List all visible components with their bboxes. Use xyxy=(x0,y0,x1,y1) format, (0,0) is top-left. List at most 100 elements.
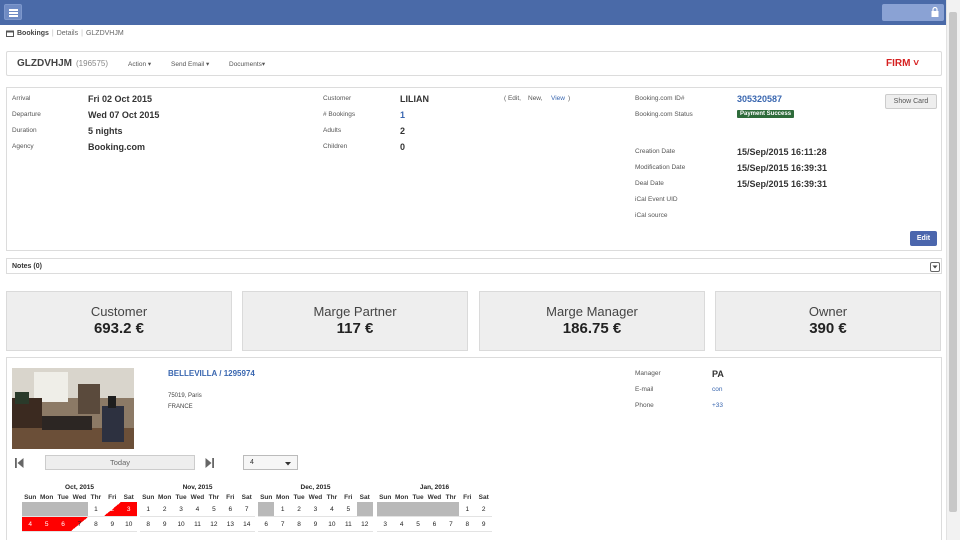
months-count-select[interactable]: 4 xyxy=(243,455,298,470)
calendar-day[interactable]: 1 xyxy=(140,502,156,516)
calendar-week-row: 12345 xyxy=(258,502,373,517)
booking-com-id-link[interactable]: 305320587 xyxy=(737,94,782,104)
chevron-down-icon[interactable] xyxy=(930,262,940,272)
calendar-day[interactable]: 9 xyxy=(156,517,172,531)
calendar-day[interactable]: 7 xyxy=(443,517,459,531)
send-email-menu[interactable]: Send Email ▾ xyxy=(171,60,209,68)
calendar-day[interactable]: 2 xyxy=(104,502,121,516)
bookings-count-link[interactable]: 1 xyxy=(400,110,405,120)
calendar-day[interactable]: 6 xyxy=(222,502,238,516)
calendar-day[interactable]: 1 xyxy=(459,502,475,516)
today-button[interactable]: Today xyxy=(45,455,195,470)
phone-link[interactable]: +33 xyxy=(712,402,723,409)
customer-paren-close: ) xyxy=(568,95,571,102)
calendar-day[interactable]: 1 xyxy=(274,502,290,516)
calendar-day[interactable]: 10 xyxy=(121,517,137,531)
calendar-day[interactable]: 9 xyxy=(307,517,323,531)
calendar-day[interactable]: 4 xyxy=(393,517,409,531)
calendar-day[interactable]: 3 xyxy=(307,502,323,516)
calendar-day[interactable]: 11 xyxy=(189,517,205,531)
calendar-day[interactable]: 2 xyxy=(156,502,172,516)
booking-header: GLZDVHJM (196575) Action ▾ Send Email ▾ … xyxy=(6,51,942,76)
calendar-day[interactable]: 6 xyxy=(54,517,72,531)
property-photo[interactable] xyxy=(12,368,134,449)
calendar-day[interactable]: 8 xyxy=(291,517,307,531)
calendar-day[interactable]: 6 xyxy=(426,517,442,531)
action-menu[interactable]: Action ▾ xyxy=(128,60,151,68)
departure-label: Departure xyxy=(12,111,41,118)
marge-partner-card: Marge Partner 117 € xyxy=(242,291,468,351)
calendar-day[interactable]: 5 xyxy=(340,502,356,516)
stat-title: Owner xyxy=(808,304,848,319)
weekday-label: Fri xyxy=(108,493,117,501)
marge-manager-card: Marge Manager 186.75 € xyxy=(479,291,705,351)
calendar-day[interactable]: 7 xyxy=(71,517,88,531)
month-calendar: Oct, 2015 Sun Mon Tue Wed Thr Fri Sat 1 2 3 4 5 6 7 8 9 1… xyxy=(22,484,137,532)
stat-value: 117 € xyxy=(336,320,374,337)
edit-booking-button[interactable]: Edit xyxy=(910,231,937,246)
breadcrumb-details[interactable]: Details xyxy=(57,30,78,37)
menu-hamburger-icon[interactable] xyxy=(4,4,22,20)
property-country: FRANCE xyxy=(168,404,193,410)
calendar-day[interactable]: 6 xyxy=(258,517,274,531)
calendar-day[interactable]: 4 xyxy=(22,517,39,531)
calendar-day[interactable]: 12 xyxy=(206,517,222,531)
customer-view-link[interactable]: View xyxy=(551,95,565,102)
calendar-day[interactable]: 8 xyxy=(459,517,475,531)
weekday-label: Wed xyxy=(308,493,323,501)
weekday-label: Thr xyxy=(445,493,457,501)
calendar-day[interactable]: 9 xyxy=(104,517,120,531)
calendar-day[interactable]: 7 xyxy=(274,517,290,531)
property-title-link[interactable]: BELLEVILLA / 1295974 xyxy=(168,369,255,378)
calendar-day[interactable]: 14 xyxy=(239,517,255,531)
breadcrumb-bookings[interactable]: Bookings xyxy=(17,30,49,37)
notes-panel[interactable]: Notes (0) xyxy=(6,258,942,274)
next-icon[interactable] xyxy=(205,458,214,468)
calendar-day[interactable]: 9 xyxy=(476,517,492,531)
calendar-day[interactable]: 4 xyxy=(189,502,205,516)
calendar-day[interactable]: 3 xyxy=(377,517,393,531)
calendar-day xyxy=(409,502,427,516)
calendar-day[interactable]: 3 xyxy=(120,502,137,516)
scrollbar-thumb[interactable] xyxy=(949,12,957,512)
calendar-day[interactable]: 4 xyxy=(324,502,340,516)
calendar-day xyxy=(377,502,394,516)
customer-name: LILIAN xyxy=(400,94,429,104)
calendar-day[interactable]: 5 xyxy=(410,517,426,531)
calendar-day[interactable]: 3 xyxy=(173,502,189,516)
calendar-week-row: 8 9 10 11 12 13 14 xyxy=(140,517,255,532)
documents-menu[interactable]: Documents▾ xyxy=(229,60,265,68)
notes-title: Notes (0) xyxy=(12,263,42,270)
calendar-day[interactable]: 10 xyxy=(324,517,340,531)
modification-date-label: Modification Date xyxy=(635,164,686,171)
customer-new-link[interactable]: New, xyxy=(528,95,542,102)
show-card-button[interactable]: Show Card xyxy=(885,94,937,109)
calendar-day[interactable]: 5 xyxy=(38,517,55,531)
calendar-day[interactable]: 7 xyxy=(239,502,255,516)
weekday-label: Fri xyxy=(344,493,353,501)
calendar-day[interactable]: 11 xyxy=(340,517,356,531)
calendar-day[interactable]: 1 xyxy=(88,502,104,516)
status-firm-dropdown[interactable]: FIRM ˅ xyxy=(886,58,919,69)
agency-label: Agency xyxy=(12,143,34,150)
calendar-day[interactable]: 5 xyxy=(206,502,222,516)
user-menu[interactable] xyxy=(882,4,944,21)
previous-icon[interactable] xyxy=(15,458,24,468)
deal-date-label: Deal Date xyxy=(635,180,664,187)
weekday-header: Sun Mon Tue Wed Thr Fri Sat xyxy=(140,492,255,502)
calendar-day[interactable]: 13 xyxy=(222,517,238,531)
calendar-day[interactable]: 10 xyxy=(173,517,189,531)
calendar-day xyxy=(22,502,39,516)
calendar-day[interactable]: 2 xyxy=(291,502,307,516)
weekday-label: Fri xyxy=(463,493,472,501)
weekday-label: Thr xyxy=(208,493,220,501)
payment-status-badge: Payment Success xyxy=(737,110,795,118)
calendar-day[interactable]: 2 xyxy=(476,502,492,516)
calendar-day[interactable]: 12 xyxy=(357,517,373,531)
customer-edit-link[interactable]: ( Edit, xyxy=(504,95,521,102)
email-link[interactable]: con xyxy=(712,386,722,393)
calendar-day[interactable]: 8 xyxy=(140,517,156,531)
stat-title: Marge Manager xyxy=(546,304,638,319)
calendar-day[interactable]: 8 xyxy=(88,517,104,531)
weekday-header: Sun Mon Tue Wed Thr Fri Sat xyxy=(22,492,137,502)
